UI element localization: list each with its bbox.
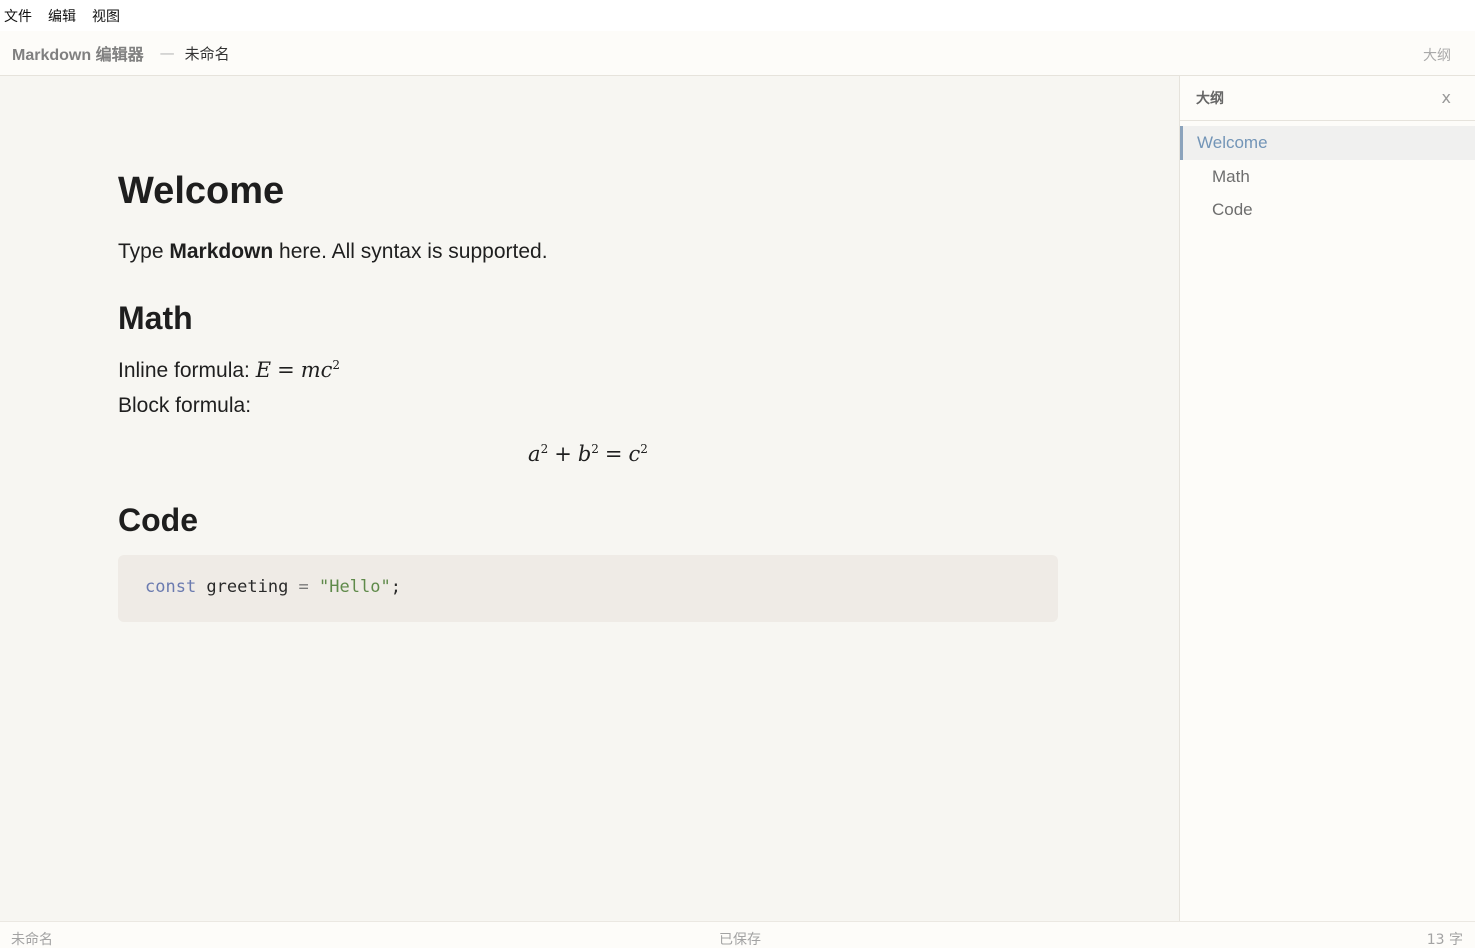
outline-header: 大纲 x: [1180, 76, 1475, 121]
heading-welcome: Welcome: [118, 170, 285, 212]
intro-text-pre: Type: [118, 240, 170, 263]
intro-text-bold: Markdown: [169, 240, 274, 263]
code-operator: =: [298, 577, 309, 597]
heading-code: Code: [118, 502, 198, 538]
block-formula: a2 + b2 = c2: [528, 442, 648, 466]
title-bar: Markdown 编辑器 — 未命名 大纲: [0, 31, 1475, 76]
heading-math: Math: [118, 300, 193, 336]
outline-item-welcome[interactable]: Welcome: [1180, 126, 1475, 160]
menu-file[interactable]: 文件: [4, 6, 32, 26]
app-name: Markdown 编辑器: [12, 47, 144, 64]
outline-toggle-button[interactable]: 大纲: [1423, 45, 1451, 65]
menu-bar: 文件 编辑 视图: [0, 0, 1475, 31]
code-string: "Hello": [308, 577, 391, 597]
outline-item-code[interactable]: Code: [1180, 193, 1475, 226]
outline-list: Welcome Math Code: [1180, 121, 1475, 226]
outline-panel: 大纲 x Welcome Math Code: [1179, 76, 1475, 921]
close-icon[interactable]: x: [1442, 88, 1451, 107]
inline-formula-label: Inline formula:: [118, 359, 256, 382]
code-semicolon: ;: [390, 577, 401, 597]
outline-item-math[interactable]: Math: [1180, 160, 1475, 193]
document-name[interactable]: 未命名: [185, 43, 230, 64]
code-identifier: greeting: [196, 577, 299, 597]
intro-paragraph: Type Markdown here. All syntax is suppor…: [118, 240, 548, 264]
status-word-count: 13 字: [1426, 932, 1463, 948]
status-bar: 未命名 已保存 13 字: [0, 921, 1475, 948]
block-formula-label: Block formula:: [118, 394, 252, 417]
inline-formula: E = mc2: [255, 358, 341, 382]
menu-edit[interactable]: 编辑: [48, 6, 76, 26]
outline-title: 大纲: [1196, 91, 1224, 107]
status-save: 已保存: [719, 932, 761, 948]
status-filename: 未命名: [11, 932, 53, 948]
menu-view[interactable]: 视图: [92, 6, 120, 26]
editor-area[interactable]: Welcome Type Markdown here. All syntax i…: [0, 76, 1179, 921]
inline-formula-paragraph: Inline formula: E = mc2: [118, 358, 340, 383]
code-block[interactable]: const greeting = "Hello";: [118, 555, 1058, 622]
title-separator: —: [159, 44, 175, 62]
code-keyword: const: [145, 577, 197, 597]
intro-text-post: here. All syntax is supported.: [273, 240, 548, 263]
